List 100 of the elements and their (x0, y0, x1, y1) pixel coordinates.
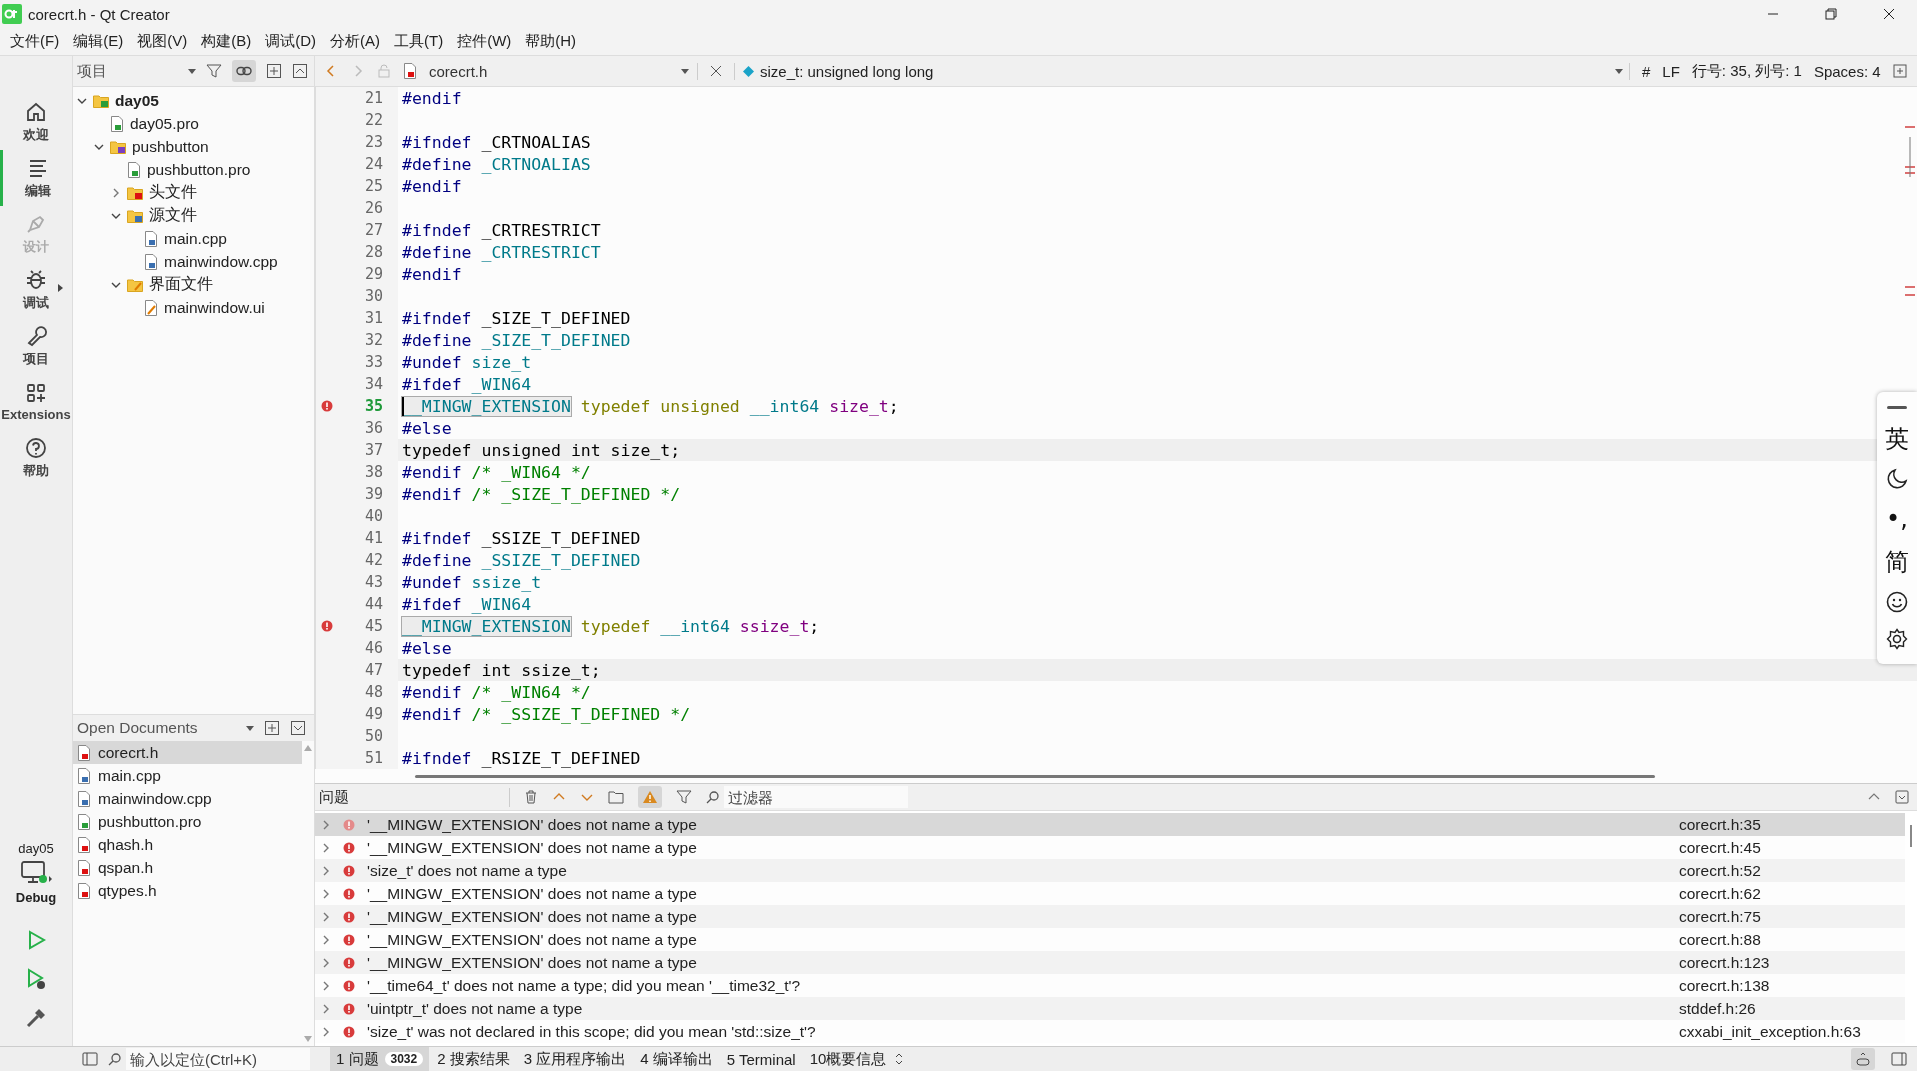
split-add-icon[interactable] (264, 720, 280, 736)
mode-button[interactable]: 帮助 (0, 430, 73, 486)
drag-handle-icon[interactable] (1887, 405, 1907, 410)
open-document-item[interactable]: qtypes.h (73, 879, 302, 902)
scrollbar-thumb[interactable] (1910, 825, 1912, 847)
issue-row[interactable]: 'uintptr_t' does not name a type stddef.h:26 (315, 997, 1905, 1020)
output-pane-tab[interactable]: 2 搜索结果 (431, 1047, 516, 1071)
menu-item[interactable]: 视图(V) (131, 30, 194, 53)
output-pane-tab[interactable]: 3 应用程序输出 (517, 1047, 633, 1071)
line-ending-indicator[interactable]: LF (1662, 62, 1680, 80)
issue-row[interactable]: 'size_t' does not name a type corecrt.h:52 (315, 859, 1905, 882)
split-add-icon[interactable] (1892, 64, 1907, 78)
hash-indicator[interactable]: # (1642, 62, 1651, 80)
chevron-icon[interactable] (321, 934, 331, 945)
tree-item[interactable]: pushbutton.pro (147, 160, 251, 179)
link-toggle[interactable] (232, 60, 256, 82)
chevron-icon[interactable] (321, 865, 331, 876)
chevron-icon[interactable] (321, 1026, 331, 1037)
menu-item[interactable]: 调试(D) (259, 30, 322, 53)
hammer-icon[interactable] (25, 1007, 47, 1029)
issue-row[interactable]: '__MINGW_EXTENSION' does not name a type corecrt.h:123 (315, 951, 1905, 974)
tree-item[interactable]: 头文件 (149, 182, 197, 203)
tree-item[interactable]: main.cpp (164, 229, 227, 248)
tree-item[interactable]: pushbutton (132, 137, 209, 156)
chevron-icon[interactable] (111, 187, 121, 198)
tree-item[interactable]: 源文件 (149, 205, 197, 226)
open-document-item[interactable]: qhash.h (73, 833, 302, 856)
debug-run-icon[interactable] (25, 968, 47, 990)
menu-item[interactable]: 文件(F) (4, 30, 66, 53)
output-pane-tab[interactable]: 5 Terminal (720, 1047, 802, 1071)
menu-item[interactable]: 构建(B) (195, 30, 258, 53)
mode-button[interactable]: 欢迎 (0, 94, 73, 150)
open-document-item[interactable]: qspan.h (73, 856, 302, 879)
cursor-position[interactable]: 行号: 35, 列号: 1 (1691, 61, 1802, 81)
filter-icon[interactable] (676, 789, 692, 805)
open-document-item[interactable]: corecrt.h (73, 741, 302, 764)
chevron-icon[interactable] (321, 957, 331, 968)
close-pane-icon[interactable] (1895, 790, 1909, 804)
line-number: 44 (363, 595, 383, 613)
mode-button[interactable]: 调试 (0, 262, 73, 318)
menu-item[interactable]: 帮助(H) (519, 30, 583, 53)
moon-icon[interactable] (1886, 467, 1908, 490)
restore-icon[interactable] (1825, 8, 1837, 20)
warning-toggle[interactable] (638, 786, 662, 808)
indent-setting[interactable]: Spaces: 4 (1813, 62, 1881, 80)
filter-field[interactable]: 过滤器 (724, 786, 908, 808)
menu-item[interactable]: 工具(T) (388, 30, 450, 53)
script-toggle[interactable]: 简 (1885, 548, 1909, 577)
mode-button[interactable]: Extensions (0, 374, 73, 430)
file-selector[interactable]: corecrt.h (429, 62, 698, 80)
dropdown-caret-icon[interactable] (246, 725, 254, 731)
code-line: __MINGW_EXTENSION typedef __int64 ssize_t; (402, 616, 820, 636)
sidebar-toggle-icon[interactable] (82, 1052, 98, 1066)
language-toggle[interactable]: 英 (1885, 424, 1909, 453)
trash-icon[interactable] (524, 790, 538, 804)
folder-open-icon[interactable] (608, 790, 624, 804)
issue-row[interactable]: '__MINGW_EXTENSION' does not name a type corecrt.h:75 (315, 905, 1905, 928)
smiley-icon[interactable] (1886, 591, 1908, 614)
output-pane-tab[interactable]: 4 编译输出 (634, 1047, 719, 1071)
file-icon (77, 767, 91, 784)
menu-item[interactable]: 控件(W) (451, 30, 518, 53)
close-icon[interactable] (1883, 8, 1895, 20)
filter-icon[interactable] (206, 63, 223, 79)
horizontal-scrollbar[interactable] (415, 774, 1655, 778)
error-icon (343, 979, 355, 992)
output-pane-tab[interactable]: 10概要信息 (803, 1047, 893, 1071)
locator-field[interactable]: 输入以定位(Ctrl+K) (126, 1048, 310, 1070)
updown-arrows-icon[interactable] (894, 1053, 905, 1065)
issue-row[interactable]: '__MINGW_EXTENSION' does not name a type corecrt.h:35 (315, 813, 1905, 836)
collapse-icon[interactable] (292, 63, 308, 79)
tree-item[interactable]: day05.pro (130, 114, 199, 133)
settings-icon[interactable] (1886, 628, 1908, 651)
chevron-icon[interactable] (321, 980, 331, 991)
split-add-icon[interactable] (266, 63, 282, 79)
chevron-icon[interactable] (321, 1003, 331, 1014)
mode-button[interactable]: 项目 (0, 318, 73, 374)
symbol-selector[interactable]: size_t: unsigned long long (734, 62, 1630, 80)
tree-item[interactable]: mainwindow.cpp (164, 252, 278, 271)
open-document-item[interactable]: pushbutton.pro (73, 810, 302, 833)
chevron-icon[interactable] (321, 842, 331, 853)
menu-item[interactable]: 编辑(E) (67, 30, 130, 53)
kit-project-label: day05 (18, 841, 54, 856)
tree-item[interactable]: day05 (115, 91, 159, 110)
close-pane-icon[interactable] (290, 720, 306, 736)
right-sidebar-icon[interactable] (1891, 1052, 1907, 1066)
chevron-icon[interactable] (321, 911, 331, 922)
output-toggle[interactable] (1851, 1048, 1875, 1070)
close-icon[interactable] (710, 65, 722, 77)
open-document-item[interactable]: main.cpp (73, 764, 302, 787)
tree-item[interactable]: mainwindow.ui (164, 298, 265, 317)
menu-item[interactable]: 分析(A) (324, 30, 386, 53)
file-icon (77, 836, 91, 853)
punctuation-toggle[interactable]: •, (1886, 505, 1908, 533)
line-number: 47 (363, 661, 383, 679)
open-document-item[interactable]: mainwindow.cpp (73, 787, 302, 810)
chevron-icon[interactable] (321, 888, 331, 899)
monitor-icon[interactable] (19, 860, 53, 886)
expand-arrow-icon[interactable] (57, 284, 63, 292)
output-pane-tab[interactable]: 1 问题 3032 (330, 1047, 430, 1071)
tree-item[interactable]: 界面文件 (149, 274, 213, 295)
